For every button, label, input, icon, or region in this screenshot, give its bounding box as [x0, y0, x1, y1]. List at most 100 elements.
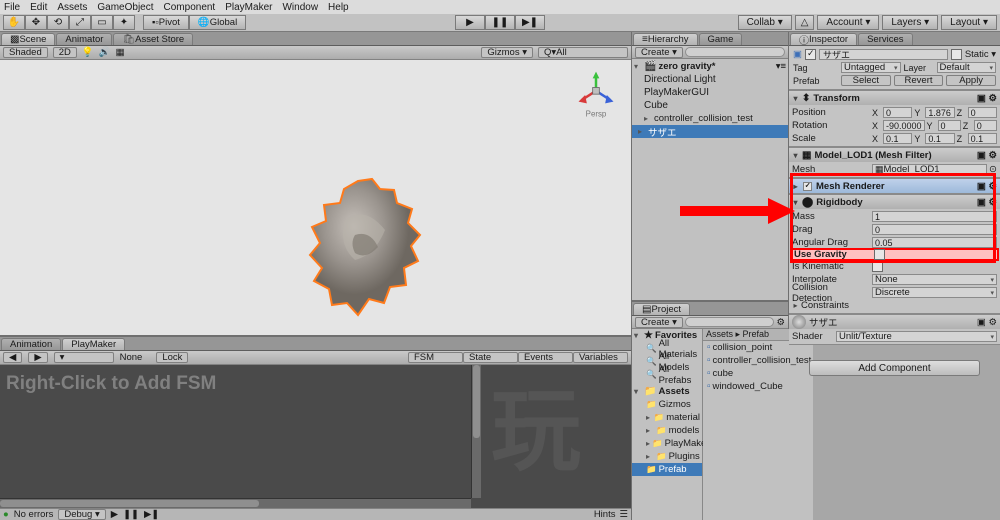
is-kinematic-checkbox[interactable] — [872, 261, 883, 272]
scale-tool-button[interactable]: ⤢ — [69, 15, 91, 30]
drag-field[interactable]: 0 — [872, 224, 997, 235]
menu-playmaker[interactable]: PlayMaker — [225, 2, 272, 13]
rot-x[interactable]: -90.0000 — [883, 120, 925, 131]
use-gravity-checkbox[interactable] — [874, 249, 885, 260]
scale-y[interactable]: 0.1 — [925, 133, 954, 144]
tab-services[interactable]: Services — [858, 33, 912, 45]
material-header[interactable]: サザエ▣ ⚙ — [789, 315, 1000, 329]
pm-nav-fwd[interactable]: ▶ — [28, 352, 47, 363]
asset-folder[interactable]: ▸📁models — [632, 424, 702, 437]
tab-hierarchy[interactable]: ≡ Hierarchy — [633, 33, 698, 45]
transform-tool-button[interactable]: ✦ — [113, 15, 135, 30]
hierarchy-tree[interactable]: ▾🎬 zero gravity*▾≡ Directional Light Pla… — [632, 59, 788, 300]
prefab-select-button[interactable]: Select — [841, 75, 891, 86]
tab-project[interactable]: ▤ Project — [633, 303, 690, 315]
collision-detection-dropdown[interactable]: Discrete — [872, 287, 997, 298]
pm-tab-fsm[interactable]: FSM — [408, 352, 463, 363]
rect-tool-button[interactable]: ▭ — [91, 15, 113, 30]
tab-game[interactable]: Game — [699, 33, 743, 45]
rot-y[interactable]: 0 — [938, 120, 961, 131]
pm-tab-events[interactable]: Events — [518, 352, 573, 363]
rigidbody-header[interactable]: ▾⬤ Rigidbody▣ ⚙ — [789, 195, 1000, 209]
global-toggle[interactable]: 🌐 Global — [189, 15, 246, 30]
pm-hints[interactable]: Hints — [594, 509, 616, 520]
orientation-gizmo[interactable]: Persp — [571, 70, 621, 120]
project-folders[interactable]: ▾★ Favorites 🔍All Materials 🔍All Models … — [632, 329, 703, 520]
pivot-toggle[interactable]: ▪▫ Pivot — [143, 15, 189, 30]
project-create[interactable]: Create ▾ — [635, 317, 683, 328]
tab-inspector[interactable]: ⓘ Inspector — [790, 33, 857, 45]
pm-tab-state[interactable]: State — [463, 352, 518, 363]
asset-folder[interactable]: 📁Gizmos — [632, 398, 702, 411]
tab-animation[interactable]: Animation — [1, 338, 61, 350]
menu-assets[interactable]: Assets — [57, 2, 87, 13]
pos-y[interactable]: 1.876 — [925, 107, 954, 118]
playmaker-graph[interactable]: Right-Click to Add FSM 玩 — [0, 365, 631, 508]
pm-pause-icon[interactable]: ❚❚ — [123, 509, 139, 520]
asset-folder[interactable]: ▸📁Plugins — [632, 450, 702, 463]
asset-folder[interactable]: ▸📁material — [632, 411, 702, 424]
static-label[interactable]: Static ▾ — [965, 49, 996, 60]
static-checkbox[interactable] — [951, 49, 962, 60]
pm-step-icon[interactable]: ▶❚ — [144, 509, 159, 520]
menu-edit[interactable]: Edit — [30, 2, 47, 13]
gizmos-dropdown[interactable]: Gizmos ▾ — [481, 47, 533, 58]
mesh-field[interactable]: ▦ Model_LOD1 — [872, 164, 987, 175]
account-dropdown[interactable]: Account ▾ — [817, 15, 879, 30]
collab-dropdown[interactable]: Collab ▾ — [738, 15, 792, 30]
angular-drag-field[interactable]: 0.05 — [872, 237, 997, 248]
pm-h-scrollbar[interactable] — [0, 498, 471, 508]
hierarchy-item[interactable]: Directional Light — [632, 73, 788, 86]
hierarchy-item[interactable]: Cube — [632, 99, 788, 112]
shader-dropdown[interactable]: Unlit/Texture — [836, 331, 997, 342]
add-component-button[interactable]: Add Component — [809, 360, 980, 376]
prefab-revert-button[interactable]: Revert — [894, 75, 944, 86]
fav-item[interactable]: 🔍All Prefabs — [632, 368, 702, 381]
scene-search[interactable]: Q▾All — [538, 47, 628, 58]
step-button[interactable]: ▶❚ — [515, 15, 545, 30]
play-button[interactable]: ▶ — [455, 15, 485, 30]
lock-toggle[interactable]: Lock — [156, 352, 188, 363]
move-tool-button[interactable]: ✥ — [25, 15, 47, 30]
scene-viewport[interactable]: Persp — [0, 60, 631, 335]
mesh-picker-icon[interactable]: ⊙ — [989, 164, 997, 175]
2d-toggle[interactable]: 2D — [53, 47, 77, 58]
pm-debug-dropdown[interactable]: Debug ▾ — [58, 509, 105, 520]
hierarchy-item[interactable]: PlayMakerGUI — [632, 86, 788, 99]
asset-folder-selected[interactable]: 📁Prefab — [632, 463, 702, 476]
scale-x[interactable]: 0.1 — [883, 133, 912, 144]
layout-dropdown[interactable]: Layout ▾ — [941, 15, 997, 30]
mesh-filter-header[interactable]: ▾▦ Model_LOD1 (Mesh Filter)▣ ⚙ — [789, 148, 1000, 162]
hierarchy-item-selected[interactable]: ▸サザエ — [632, 125, 788, 138]
cloud-button[interactable]: △ — [795, 15, 815, 30]
layer-dropdown[interactable]: Default — [937, 62, 997, 73]
rot-z[interactable]: 0 — [974, 120, 997, 131]
menu-window[interactable]: Window — [282, 2, 318, 13]
pm-play-icon[interactable]: ▶ — [111, 509, 118, 520]
project-filter-icon[interactable]: ⚙ — [776, 317, 785, 328]
tab-playmaker[interactable]: PlayMaker — [62, 338, 125, 350]
interpolate-dropdown[interactable]: None — [872, 274, 997, 285]
tab-animator[interactable]: Animator — [56, 33, 112, 45]
layers-dropdown[interactable]: Layers ▾ — [882, 15, 938, 30]
mesh-renderer-header[interactable]: ▸ Mesh Renderer▣ ⚙ — [789, 179, 1000, 193]
constraints-label[interactable]: Constraints — [801, 300, 879, 311]
selected-object-mesh[interactable] — [300, 175, 430, 325]
menu-component[interactable]: Component — [164, 2, 216, 13]
tab-asset-store[interactable]: 🛍 Asset Store — [113, 33, 193, 45]
rotate-tool-button[interactable]: ⟲ — [47, 15, 69, 30]
tag-dropdown[interactable]: Untagged — [841, 62, 901, 73]
pm-selection[interactable]: ▾ — [54, 352, 114, 363]
shaded-dropdown[interactable]: Shaded — [3, 47, 48, 58]
asset-folder[interactable]: ▸📁PlayMaker — [632, 437, 702, 450]
scene-row[interactable]: ▾🎬 zero gravity*▾≡ — [632, 60, 788, 73]
pos-z[interactable]: 0 — [968, 107, 997, 118]
hand-tool-button[interactable]: ✋ — [3, 15, 25, 30]
pm-v-scrollbar[interactable] — [471, 365, 481, 498]
audio-icon[interactable]: 🔊 — [99, 47, 111, 58]
pm-tab-variables[interactable]: Variables — [573, 352, 628, 363]
transform-header[interactable]: ▾⬍ Transform▣ ⚙ — [789, 91, 1000, 105]
menu-help[interactable]: Help — [328, 2, 349, 13]
menu-file[interactable]: File — [4, 2, 20, 13]
project-search[interactable] — [685, 317, 775, 327]
